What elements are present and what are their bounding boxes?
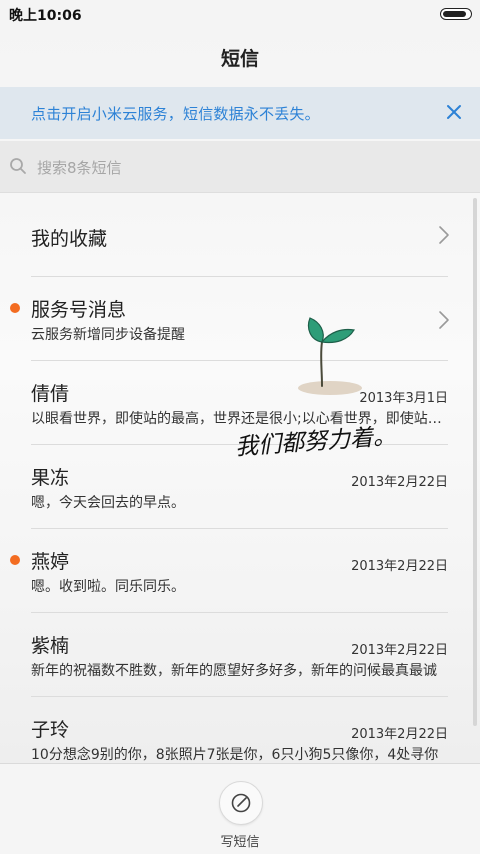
conversation-date: 2013年2月22日 — [351, 475, 448, 490]
unread-dot — [10, 555, 20, 565]
status-bar: 晚上10:06 — [0, 0, 480, 26]
conversation-name: 倩倩 — [31, 383, 70, 405]
conversation-date: 2013年3月1日 — [359, 391, 448, 406]
messages-app: 晚上10:06 短信 点击开启小米云服务，短信数据永不丢失。 搜索8条短信 我的… — [0, 0, 480, 854]
unread-dot — [10, 303, 20, 313]
status-time: 晚上10:06 — [9, 8, 82, 24]
favorites-label: 我的收藏 — [31, 228, 108, 250]
conversation-item[interactable]: 燕婷 2013年2月22日 嗯。收到啦。同乐同乐。 — [0, 529, 480, 613]
chevron-right-icon — [439, 226, 449, 244]
chevron-right-icon — [439, 311, 449, 329]
conversation-snippet: 新年的祝福数不胜数，新年的愿望好多好多，新年的问候最真最诚 — [31, 663, 437, 679]
compose-label[interactable]: 写短信 — [0, 831, 480, 850]
conversation-name: 服务号消息 — [31, 299, 127, 321]
conversation-name: 果冻 — [31, 467, 70, 489]
favorites-row[interactable]: 我的收藏 — [0, 193, 480, 277]
bottom-bar: 写短信 — [0, 763, 480, 854]
conversation-name: 紫楠 — [31, 635, 70, 657]
search-icon — [10, 158, 26, 174]
conversation-date: 2013年2月22日 — [351, 559, 448, 574]
banner-text[interactable]: 点击开启小米云服务，短信数据永不丢失。 — [31, 103, 320, 124]
cloud-service-banner[interactable]: 点击开启小米云服务，短信数据永不丢失。 — [0, 87, 480, 139]
scrollbar[interactable] — [473, 198, 477, 726]
conversation-snippet: 10分想念9别的你，8张照片7张是你，6只小狗5只像你，4处寻你 — [31, 747, 439, 763]
conversation-date: 2013年2月22日 — [351, 643, 448, 658]
conversation-item[interactable]: 紫楠 2013年2月22日 新年的祝福数不胜数，新年的愿望好多好多，新年的问候最… — [0, 613, 480, 697]
search-input[interactable]: 搜索8条短信 — [37, 157, 122, 178]
conversation-item[interactable]: 倩倩 2013年3月1日 以眼看世界，即使站的最高，世界还是很小;以心看世界，即… — [0, 361, 480, 445]
conversation-item[interactable]: 果冻 2013年2月22日 嗯，今天会回去的早点。 — [0, 445, 480, 529]
battery-level — [443, 11, 466, 17]
search-bar[interactable]: 搜索8条短信 — [0, 141, 480, 193]
conversation-snippet: 以眼看世界，即使站的最高，世界还是很小;以心看世界，即使站的最低，世界也会很大 — [31, 411, 446, 427]
compose-icon — [231, 793, 251, 813]
conversation-date: 2013年2月22日 — [351, 727, 448, 742]
conversation-item[interactable]: 服务号消息 云服务新增同步设备提醒 — [0, 277, 480, 361]
conversation-snippet: 嗯，今天会回去的早点。 — [31, 495, 185, 511]
compose-button[interactable] — [219, 781, 263, 825]
conversation-snippet: 云服务新增同步设备提醒 — [31, 327, 185, 343]
page-title: 短信 — [220, 48, 259, 70]
conversation-list[interactable]: 我的收藏 服务号消息 云服务新增同步设备提醒 倩倩 2013年3月1日 以眼看世… — [0, 193, 480, 763]
battery-icon — [440, 8, 472, 20]
conversation-name: 子玲 — [31, 719, 70, 741]
app-header: 短信 — [0, 26, 480, 86]
conversation-snippet: 嗯。收到啦。同乐同乐。 — [31, 579, 185, 595]
close-icon[interactable] — [442, 100, 466, 124]
conversation-item[interactable]: 子玲 2013年2月22日 10分想念9别的你，8张照片7张是你，6只小狗5只像… — [0, 697, 480, 763]
conversation-name: 燕婷 — [31, 551, 70, 573]
